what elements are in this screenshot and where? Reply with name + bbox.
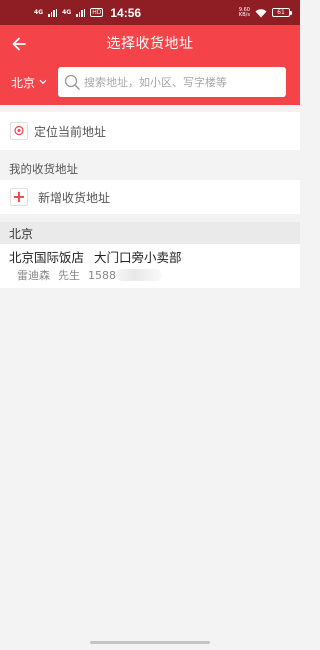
contact-name: 雷迪森 bbox=[17, 269, 50, 282]
hd-badge: HD bbox=[90, 8, 104, 17]
network-type-2: 4G bbox=[62, 8, 72, 16]
chevron-down-icon bbox=[39, 79, 47, 85]
contact-phone: 1588 bbox=[88, 268, 116, 282]
locate-label: 定位当前地址 bbox=[34, 124, 107, 139]
signal-icon bbox=[76, 8, 86, 17]
battery-icon: 61 bbox=[272, 8, 292, 17]
address-place: 北京国际饭店 bbox=[9, 250, 85, 265]
city-group-header: 北京 bbox=[0, 222, 300, 244]
signal-icon bbox=[48, 8, 58, 17]
search-input[interactable] bbox=[84, 75, 280, 89]
contact-line: 雷迪森 先生 1588 bbox=[17, 267, 291, 283]
contact-title: 先生 bbox=[58, 269, 80, 282]
address-detail: 大门口旁小卖部 bbox=[94, 250, 182, 265]
add-address-button[interactable]: + 新增收货地址 bbox=[0, 180, 300, 214]
search-icon bbox=[64, 74, 80, 90]
battery-level: 61 bbox=[277, 8, 285, 16]
wifi-icon bbox=[255, 8, 267, 17]
page-title: 选择收货地址 bbox=[106, 36, 194, 52]
home-indicator bbox=[90, 641, 210, 644]
header: 选择收货地址 北京 bbox=[0, 25, 300, 105]
network-speed-unit: KB/s bbox=[238, 11, 250, 18]
phone-redaction bbox=[116, 269, 162, 281]
search-row: 北京 bbox=[0, 67, 300, 97]
section-title-my-addresses: 我的收货地址 bbox=[0, 158, 300, 180]
city-selector-label: 北京 bbox=[10, 75, 35, 90]
locate-current-address[interactable]: 定位当前地址 bbox=[0, 112, 300, 150]
plus-icon: + bbox=[10, 188, 28, 206]
address-line: 北京国际饭店 大门口旁小卖部 bbox=[9, 250, 291, 266]
city-selector[interactable]: 北京 bbox=[0, 74, 58, 91]
network-speed: 9.60 KB/s bbox=[238, 7, 250, 18]
address-item[interactable]: 北京国际饭店 大门口旁小卖部 雷迪森 先生 1588 bbox=[0, 244, 300, 288]
status-right: 9.60 KB/s 61 bbox=[238, 7, 292, 18]
location-pin-icon bbox=[10, 122, 28, 140]
network-type-1: 4G bbox=[34, 8, 44, 16]
search-box[interactable] bbox=[58, 67, 286, 97]
clock: 14:56 bbox=[110, 5, 142, 20]
status-left: 4G 4G HD 14:56 bbox=[34, 6, 141, 20]
add-address-label: 新增收货地址 bbox=[38, 190, 111, 205]
status-bar: 4G 4G HD 14:56 9.60 KB/s 61 bbox=[0, 0, 300, 25]
